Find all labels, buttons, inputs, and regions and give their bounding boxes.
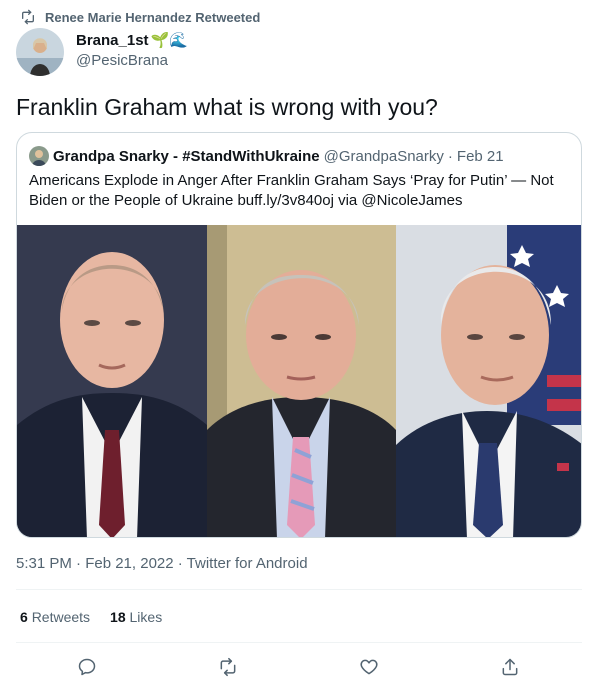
author-handle[interactable]: @PesicBrana: [76, 52, 188, 69]
quote-author-handle[interactable]: @GrandpaSnarky: [324, 148, 444, 165]
quote-date[interactable]: Feb 21: [457, 148, 504, 165]
quote-avatar[interactable]: [29, 146, 49, 166]
divider: [16, 589, 582, 590]
retweet-button[interactable]: [213, 652, 243, 682]
tweet-text: Franklin Graham what is wrong with you?: [16, 94, 438, 120]
author-emoji: 🌱🌊: [150, 32, 188, 49]
quote-header: Grandpa Snarky - #StandWithUkraine @Gran…: [29, 146, 504, 166]
reply-icon: [78, 658, 96, 676]
retweets-stat[interactable]: 6 Retweets: [20, 609, 90, 625]
quote-image[interactable]: [17, 225, 582, 538]
tweet-timestamp[interactable]: 5:31 PM · Feb 21, 2022 · Twitter for And…: [16, 555, 308, 572]
action-bar: [0, 652, 598, 682]
share-icon: [502, 658, 518, 676]
divider: [16, 642, 582, 643]
author-block: Brana_1st 🌱🌊 @PesicBrana: [76, 30, 188, 70]
retweet-icon: [22, 9, 34, 25]
author-avatar[interactable]: [16, 28, 64, 76]
like-button[interactable]: [354, 652, 384, 682]
likes-stat[interactable]: 18 Likes: [110, 609, 162, 625]
like-icon: [360, 659, 378, 675]
quote-text: Americans Explode in Anger After Frankli…: [29, 172, 554, 209]
tweet-stats: 6 Retweets 18 Likes: [20, 609, 162, 625]
reply-button[interactable]: [72, 652, 102, 682]
likes-count: 18: [110, 609, 126, 625]
retweets-label: Retweets: [31, 609, 91, 625]
retweet-icon: [220, 657, 236, 677]
author-name[interactable]: Brana_1st: [76, 32, 149, 49]
retweet-text: Renee Marie Hernandez Retweeted: [45, 9, 261, 25]
retweets-count: 6: [20, 609, 28, 625]
retweet-indicator[interactable]: Renee Marie Hernandez Retweeted: [20, 8, 260, 26]
likes-label: Likes: [129, 609, 163, 625]
quote-author-name[interactable]: Grandpa Snarky - #StandWithUkraine: [53, 148, 320, 165]
share-button[interactable]: [495, 652, 525, 682]
quote-tweet[interactable]: Grandpa Snarky - #StandWithUkraine @Gran…: [16, 132, 582, 538]
quote-separator: ·: [447, 147, 453, 165]
